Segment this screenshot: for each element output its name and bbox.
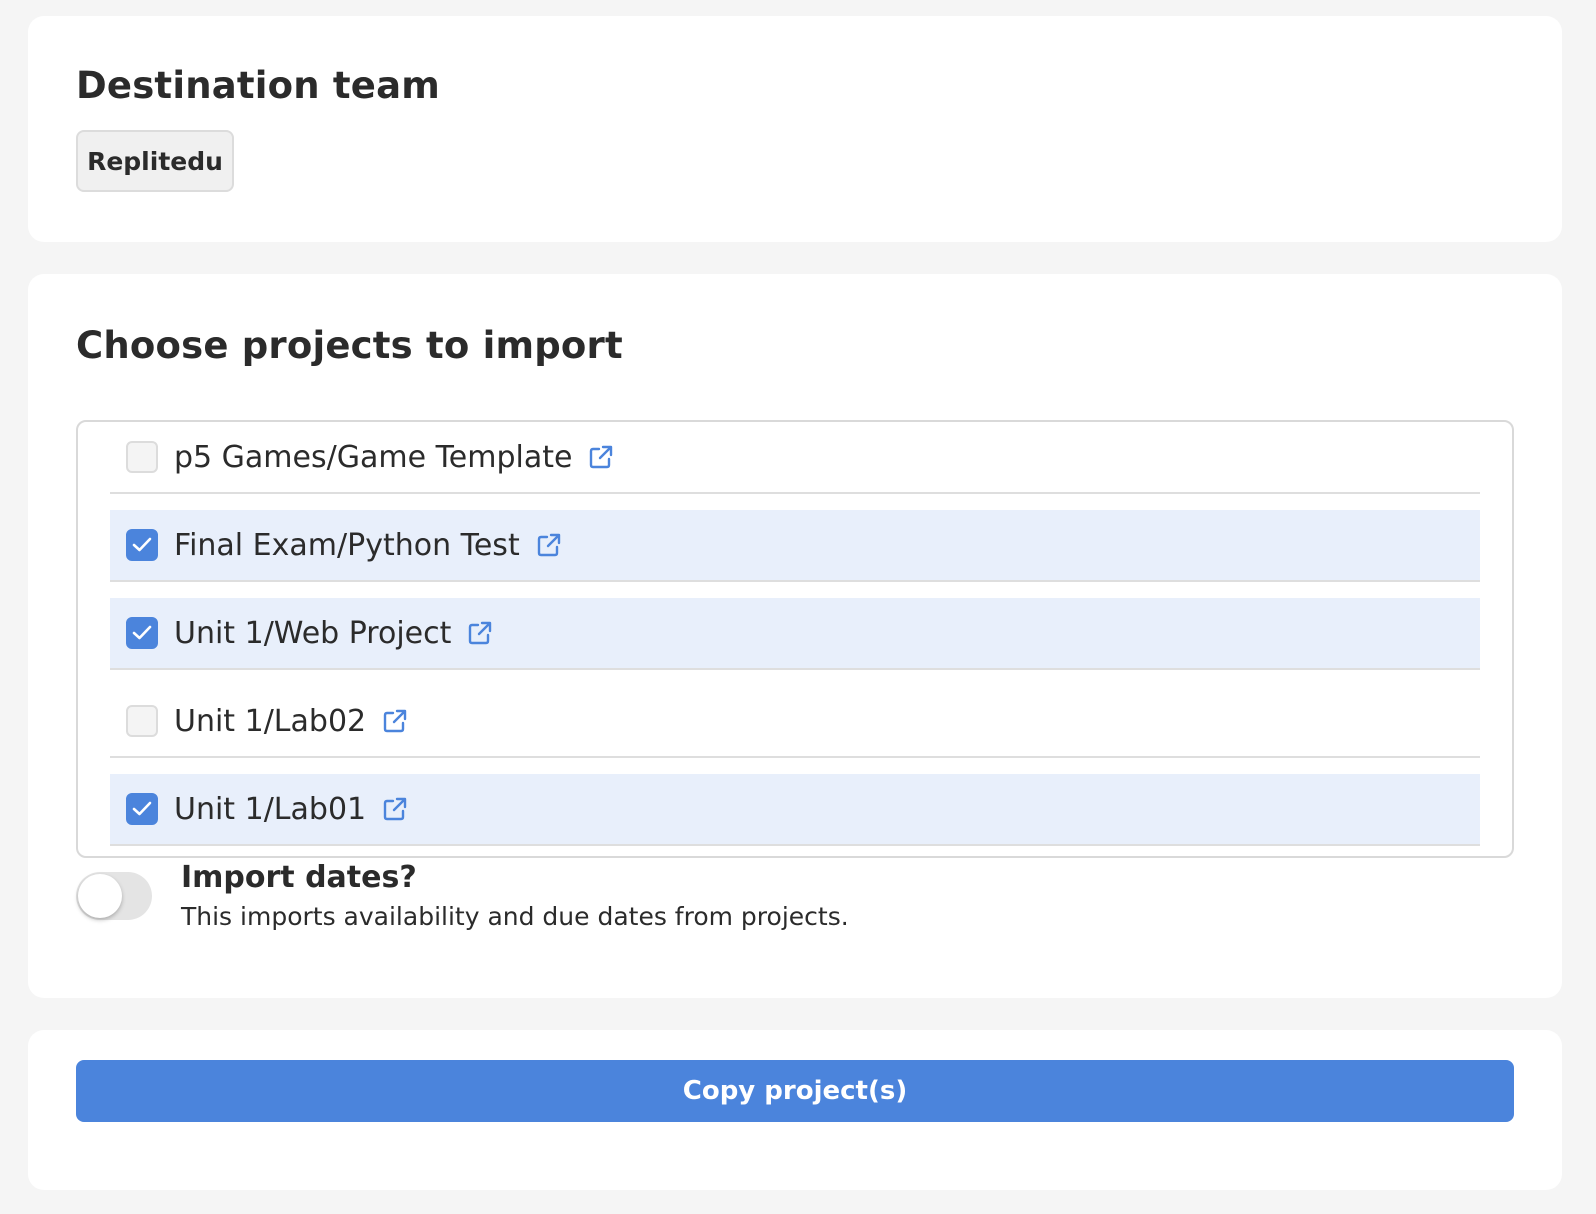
project-row[interactable]: Unit 1/Web Project xyxy=(110,598,1480,670)
checkmark-icon xyxy=(132,537,152,552)
destination-team-card: Destination team Replitedu xyxy=(28,16,1562,242)
copy-projects-button[interactable]: Copy project(s) xyxy=(76,1060,1514,1122)
project-label: Unit 1/Lab01 xyxy=(174,791,367,827)
project-label: p5 Games/Game Template xyxy=(174,439,573,475)
project-label: Final Exam/Python Test xyxy=(174,527,520,563)
checkmark-icon xyxy=(132,801,152,816)
external-link-icon[interactable] xyxy=(467,620,493,646)
external-link-icon[interactable] xyxy=(382,796,408,822)
external-link-icon[interactable] xyxy=(588,444,614,470)
project-checkbox[interactable] xyxy=(126,529,158,561)
action-card: Copy project(s) xyxy=(28,1030,1562,1190)
project-row[interactable]: p5 Games/Game Template xyxy=(110,422,1480,494)
toggle-knob xyxy=(78,874,122,918)
project-row[interactable]: Final Exam/Python Test xyxy=(110,510,1480,582)
team-selector-button[interactable]: Replitedu xyxy=(76,130,234,192)
checkmark-icon xyxy=(132,625,152,640)
project-checkbox[interactable] xyxy=(126,617,158,649)
import-dates-toggle[interactable] xyxy=(76,872,152,920)
import-dates-title: Import dates? xyxy=(181,860,417,895)
project-row[interactable]: Unit 1/Lab02 xyxy=(110,686,1480,758)
external-link-icon[interactable] xyxy=(536,532,562,558)
project-label: Unit 1/Lab02 xyxy=(174,703,367,739)
project-checkbox[interactable] xyxy=(126,705,158,737)
project-label: Unit 1/Web Project xyxy=(174,615,452,651)
project-checkbox[interactable] xyxy=(126,793,158,825)
projects-title: Choose projects to import xyxy=(76,324,623,367)
project-checkbox[interactable] xyxy=(126,441,158,473)
destination-team-title: Destination team xyxy=(76,64,441,107)
projects-card: Choose projects to import p5 Games/Game … xyxy=(28,274,1562,998)
external-link-icon[interactable] xyxy=(382,708,408,734)
import-dates-description: This imports availability and due dates … xyxy=(181,902,849,931)
project-list[interactable]: p5 Games/Game Template Final Exam/Python… xyxy=(76,420,1514,858)
project-row[interactable]: Unit 1/Lab01 xyxy=(110,774,1480,846)
